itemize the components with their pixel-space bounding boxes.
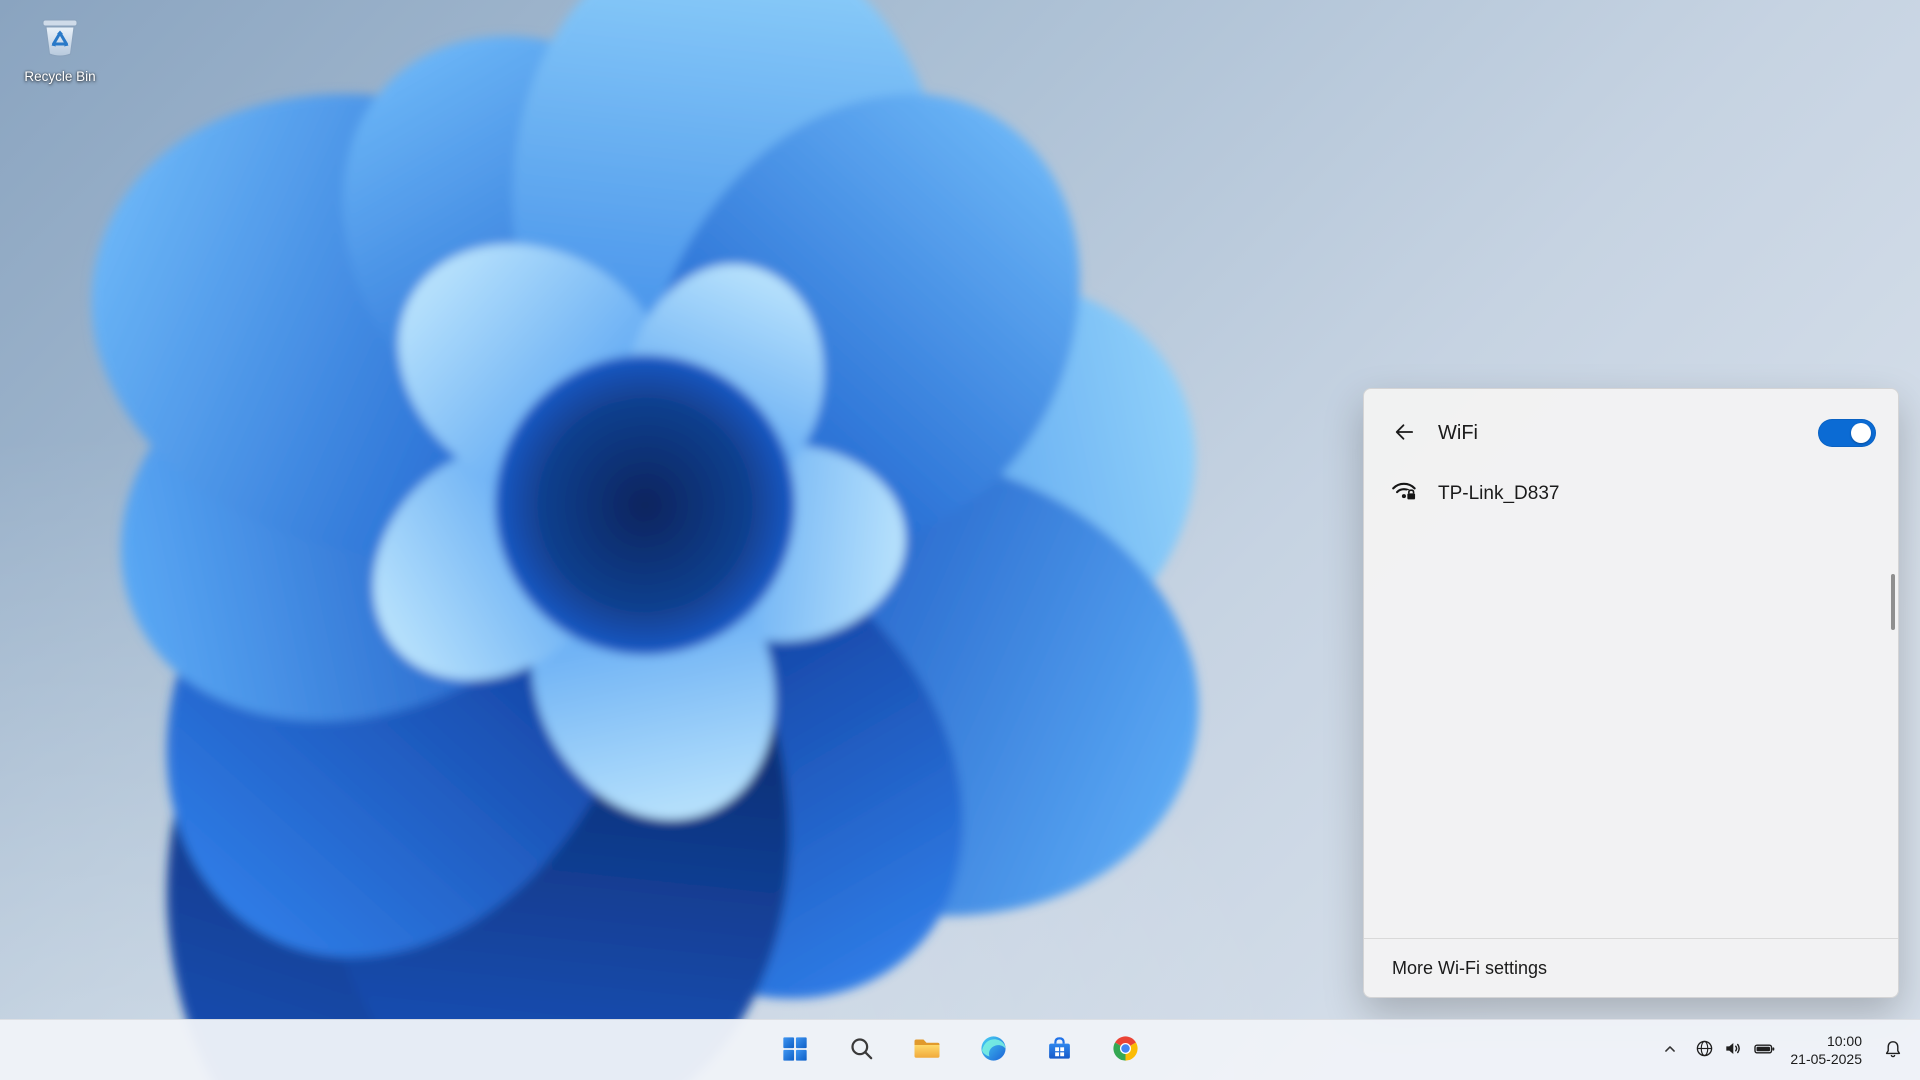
search-icon bbox=[848, 1035, 875, 1065]
wifi-flyout-panel: WiFi TP-Link_D837 More Wi-Fi settings bbox=[1363, 388, 1899, 998]
taskbar: 10:00 21-05-2025 bbox=[0, 1019, 1920, 1080]
battery-icon bbox=[1751, 1037, 1777, 1064]
search-button[interactable] bbox=[834, 1025, 888, 1075]
chrome-button[interactable] bbox=[1098, 1025, 1152, 1075]
wifi-network-item[interactable]: TP-Link_D837 bbox=[1374, 465, 1888, 522]
volume-tray-button[interactable] bbox=[1719, 1027, 1748, 1073]
battery-tray-button[interactable] bbox=[1748, 1027, 1780, 1073]
recycle-bin-icon bbox=[36, 12, 84, 65]
recycle-bin-shortcut[interactable]: Recycle Bin bbox=[18, 12, 102, 84]
wifi-secured-icon bbox=[1390, 476, 1420, 511]
edge-icon bbox=[979, 1034, 1008, 1066]
chevron-up-icon bbox=[1659, 1038, 1681, 1063]
notifications-button[interactable] bbox=[1872, 1027, 1914, 1073]
chrome-icon bbox=[1111, 1034, 1140, 1066]
bell-icon bbox=[1881, 1037, 1905, 1064]
store-icon bbox=[1045, 1034, 1074, 1066]
wifi-toggle[interactable] bbox=[1818, 419, 1876, 447]
recycle-bin-label: Recycle Bin bbox=[24, 69, 96, 84]
network-tray-button[interactable] bbox=[1690, 1027, 1719, 1073]
wifi-toggle-knob bbox=[1851, 423, 1871, 443]
store-button[interactable] bbox=[1032, 1025, 1086, 1075]
file-explorer-button[interactable] bbox=[900, 1025, 954, 1075]
start-button[interactable] bbox=[768, 1025, 822, 1075]
taskbar-clock[interactable]: 10:00 21-05-2025 bbox=[1780, 1027, 1872, 1073]
volume-icon bbox=[1722, 1037, 1745, 1063]
wifi-panel-title: WiFi bbox=[1438, 421, 1478, 444]
more-wifi-settings-link[interactable]: More Wi-Fi settings bbox=[1392, 958, 1547, 979]
clock-date: 21-05-2025 bbox=[1790, 1051, 1862, 1067]
wifi-network-name: TP-Link_D837 bbox=[1438, 482, 1560, 504]
screen: Recycle Bin WiFi TP-Link_D837 More Wi-Fi… bbox=[0, 0, 1920, 1080]
taskbar-system-tray: 10:00 21-05-2025 bbox=[1650, 1020, 1914, 1080]
back-arrow-icon bbox=[1391, 419, 1417, 448]
wifi-network-list: TP-Link_D837 bbox=[1364, 457, 1898, 522]
back-button[interactable] bbox=[1386, 416, 1422, 450]
taskbar-center-icons bbox=[768, 1020, 1152, 1080]
wifi-panel-footer: More Wi-Fi settings bbox=[1364, 938, 1898, 997]
network-globe-icon bbox=[1693, 1037, 1716, 1063]
edge-button[interactable] bbox=[966, 1025, 1020, 1075]
show-hidden-icons-button[interactable] bbox=[1650, 1027, 1690, 1073]
clock-time: 10:00 bbox=[1826, 1032, 1862, 1049]
panel-scrollbar-thumb[interactable] bbox=[1891, 574, 1895, 630]
file-explorer-icon bbox=[912, 1034, 942, 1067]
windows-start-icon bbox=[781, 1035, 809, 1066]
wifi-panel-header: WiFi bbox=[1364, 389, 1898, 457]
